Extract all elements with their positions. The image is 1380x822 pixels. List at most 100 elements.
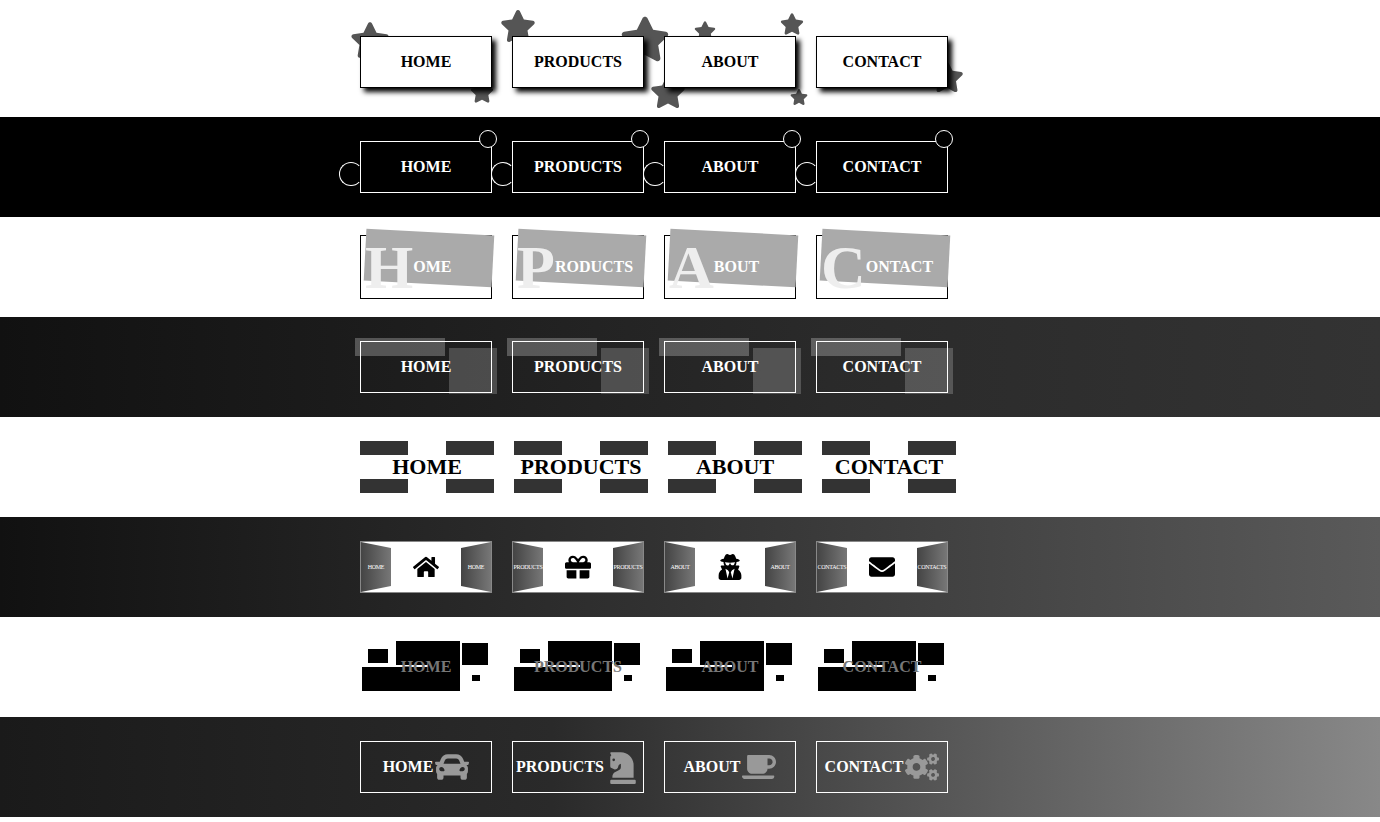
menu-button[interactable]: PRODUCTS [512, 741, 644, 793]
menu-button[interactable]: CONTACT [816, 141, 948, 193]
menu-button[interactable]: CONTACT [816, 235, 948, 299]
menu-label: CONTACT [843, 358, 922, 376]
menu-label: HOME [401, 158, 452, 176]
menu-button[interactable]: PRODUCTS PRODUCTS [512, 541, 644, 593]
menu-label: HOME [401, 53, 452, 71]
deco-block [462, 643, 488, 665]
side-panel: PRODUCTS [513, 542, 543, 592]
menu-button[interactable]: CONTACT [816, 641, 948, 693]
menu-label: HOME [392, 454, 462, 480]
menu-label: PRODUCTS [534, 53, 622, 71]
gift-icon [565, 554, 591, 580]
knight-icon [606, 750, 640, 784]
menu-label: CONTACT [835, 454, 943, 480]
menu-button[interactable]: PRODUCTS [512, 141, 644, 193]
menu-row: HOME PRODUCTS ABOUT CONTACT [0, 417, 1380, 517]
envelope-icon [869, 554, 895, 580]
menu-row: HOME PRODUCTS ABOUT CONTACT [0, 117, 1380, 217]
menu-label: ABOUT [702, 358, 759, 376]
menu-button[interactable]: ABOUT [664, 341, 796, 393]
menu-label: ONTACT [866, 258, 933, 276]
menu-button[interactable]: HOME [360, 641, 492, 693]
menu-row: HOME PRODUCTS ABOUT CONTACT [0, 0, 1380, 117]
menu-label: BOUT [714, 258, 759, 276]
menu-label: CONTACT [825, 758, 904, 776]
side-panel: HOME [461, 542, 491, 592]
menu-button[interactable]: ABOUT [668, 441, 802, 493]
menu-button[interactable]: CONTACTS CONTACTS [816, 541, 948, 593]
menu-label: ABOUT [702, 53, 759, 71]
menu-button[interactable]: CONTACT [816, 36, 948, 88]
menu-label: ABOUT [696, 454, 774, 480]
deco-block [472, 675, 480, 681]
initial-letter: H [365, 236, 413, 298]
menu-button[interactable]: ABOUT [664, 36, 796, 88]
menu-button[interactable]: PRODUCTS [512, 36, 644, 88]
menu-button[interactable]: PRODUCTS [514, 441, 648, 493]
menu-row: HOME PRODUCTS ABOUT CONTACT [0, 717, 1380, 817]
menu-button[interactable]: HOME [360, 36, 492, 88]
menu-button[interactable]: PRODUCTS [512, 235, 644, 299]
menu-label: PRODUCTS [516, 758, 604, 776]
deco-block [766, 643, 792, 665]
house-icon [413, 554, 439, 580]
menu-label: HOME [401, 658, 452, 676]
car-icon [435, 750, 469, 784]
deco-block [776, 675, 784, 681]
menu-row: HOME HOME PRODUCTS PRODUCTS ABOUT ABOUT CONTAC… [0, 517, 1380, 617]
menu-label: PRODUCTS [534, 158, 622, 176]
star-icon [780, 12, 804, 36]
menu-row: HOME PRODUCTS ABOUT CONTACT [0, 617, 1380, 717]
menu-button[interactable]: CONTACT [816, 741, 948, 793]
menu-button[interactable]: ABOUT [664, 235, 796, 299]
menu-button[interactable]: PRODUCTS [512, 641, 644, 693]
menu-button[interactable]: CONTACT [816, 341, 948, 393]
menu-label: HOME [383, 758, 434, 776]
menu-button[interactable]: PRODUCTS [512, 341, 644, 393]
spy-icon [717, 554, 743, 580]
menu-row: HOME PRODUCTS ABOUT CONTACT [0, 317, 1380, 417]
mug-icon [742, 750, 776, 784]
menu-button[interactable]: HOME HOME [360, 541, 492, 593]
menu-button[interactable]: ABOUT [664, 641, 796, 693]
menu-button[interactable]: HOME [360, 235, 492, 299]
menu-label: RODUCTS [555, 258, 633, 276]
menu-button[interactable]: HOME [360, 441, 494, 493]
menu-button[interactable]: HOME [360, 741, 492, 793]
side-panel: CONTACTS [817, 542, 847, 592]
side-panel: ABOUT [765, 542, 795, 592]
menu-button[interactable]: HOME [360, 141, 492, 193]
deco-block [672, 649, 692, 663]
side-panel: PRODUCTS [613, 542, 643, 592]
menu-button[interactable]: HOME [360, 341, 492, 393]
deco-block [928, 675, 936, 681]
menu-label: ABOUT [702, 158, 759, 176]
side-panel: HOME [361, 542, 391, 592]
deco-block [918, 643, 944, 665]
side-panel: ABOUT [665, 542, 695, 592]
menu-label: PRODUCTS [534, 658, 622, 676]
star-icon [790, 88, 808, 106]
menu-label: CONTACT [843, 158, 922, 176]
menu-label: OME [413, 258, 451, 276]
initial-letter: A [669, 236, 714, 298]
menu-label: CONTACT [843, 53, 922, 71]
menu-label: PRODUCTS [520, 454, 641, 480]
side-panel: CONTACTS [917, 542, 947, 592]
menu-label: ABOUT [684, 758, 741, 776]
menu-button[interactable]: ABOUT [664, 141, 796, 193]
deco-block [824, 649, 844, 663]
menu-button[interactable]: ABOUT ABOUT [664, 541, 796, 593]
menu-showcase: HOME PRODUCTS ABOUT CONTACT HOME PRODUCTS ABOU… [0, 0, 1380, 817]
menu-button[interactable]: ABOUT [664, 741, 796, 793]
initial-letter: P [517, 236, 555, 298]
menu-label: ABOUT [702, 658, 759, 676]
menu-label: CONTACT [843, 658, 922, 676]
deco-block [368, 649, 388, 663]
gears-icon [905, 750, 939, 784]
menu-label: HOME [401, 358, 452, 376]
menu-row: HOME PRODUCTS ABOUT CONTACT [0, 217, 1380, 317]
menu-button[interactable]: CONTACT [822, 441, 956, 493]
deco-block [624, 675, 632, 681]
initial-letter: C [821, 236, 866, 298]
